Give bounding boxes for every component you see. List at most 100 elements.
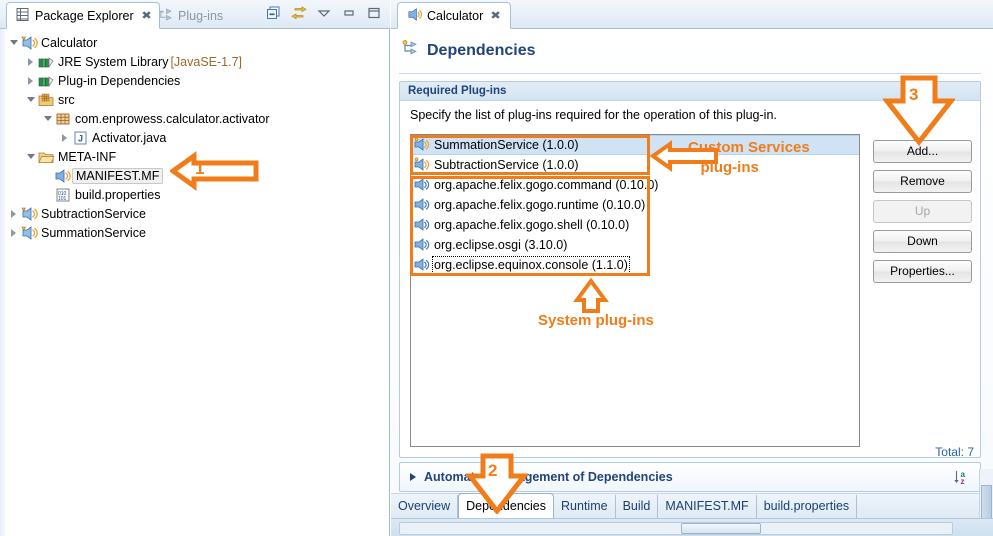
- remove-button[interactable]: Remove: [873, 170, 972, 193]
- tree-item-label: SummationService: [41, 225, 146, 240]
- collapse-twisty-icon[interactable]: [42, 112, 55, 125]
- package-explorer-view: Package Explorer ✖ Plug-ins Calculator J…: [0, 0, 390, 536]
- project-tree[interactable]: Calculator JRE System Library [JavaSE-1.7…: [0, 29, 389, 536]
- tree-item-com-enprowess-calculator-activator[interactable]: com.enprowess.calculator.activator: [0, 109, 389, 128]
- tree-item-label: MANIFEST.MF: [72, 167, 164, 184]
- maximize-icon[interactable]: [366, 5, 382, 21]
- plugin-name: org.apache.felix.gogo.command (0.10.0): [434, 178, 659, 192]
- source-folder-icon: [38, 92, 55, 108]
- required-plugin-icon: [414, 257, 430, 273]
- section-description: Specify the list of plug-ins required fo…: [410, 108, 777, 122]
- custom-services-label: Custom Services plug-ins: [688, 139, 810, 176]
- page-tab-build[interactable]: Build: [616, 495, 659, 518]
- expand-twisty-icon[interactable]: [8, 207, 21, 220]
- view-toolbar: [266, 5, 382, 21]
- manifest-icon: [407, 7, 423, 25]
- plugin-list-item[interactable]: org.apache.felix.gogo.shell (0.10.0): [411, 215, 859, 235]
- required-plugin-custom-icon: [414, 157, 430, 173]
- plugins-icon: [158, 7, 173, 25]
- tree-item-label: JRE System Library: [58, 54, 169, 69]
- tree-item-label: Plug-in Dependencies: [58, 73, 181, 88]
- library-icon: [38, 73, 55, 89]
- editor-tab-calculator[interactable]: Calculator ✖: [397, 2, 511, 29]
- tree-item-subtractionservice[interactable]: SubtractionService: [0, 204, 389, 223]
- automated-management-label: Automated Management of Dependencies: [424, 470, 673, 484]
- package-explorer-icon: [15, 7, 30, 25]
- tree-item-label: Activator.java: [92, 130, 167, 145]
- expand-arrow-icon[interactable]: [410, 473, 416, 481]
- plugin-name: SubtractionService (1.0.0): [434, 158, 579, 172]
- plugin-list-item[interactable]: org.eclipse.osgi (3.10.0): [411, 235, 859, 255]
- required-plugin-icon: [414, 217, 430, 233]
- view-menu-icon[interactable]: [316, 5, 332, 21]
- properties-button[interactable]: Properties...: [873, 260, 972, 283]
- editor-tab-label: Calculator: [427, 8, 484, 23]
- collapse-twisty-icon[interactable]: [25, 150, 38, 163]
- svg-text:101: 101: [58, 196, 67, 202]
- twisty-placeholder: [42, 188, 55, 201]
- view-tab-bar: Package Explorer ✖ Plug-ins: [0, 0, 390, 29]
- editor-tab-bar: Calculator ✖: [391, 0, 993, 29]
- expand-twisty-icon[interactable]: [59, 131, 72, 144]
- collapse-all-icon[interactable]: [266, 5, 282, 21]
- callout-number-3: 3: [909, 85, 919, 104]
- tree-item-calculator[interactable]: Calculator: [0, 33, 389, 52]
- tree-item-activator-java[interactable]: J Activator.java: [0, 128, 389, 147]
- link-with-editor-icon[interactable]: [291, 5, 307, 21]
- page-tab-build-properties[interactable]: build.properties: [757, 495, 858, 518]
- scrollbar-thumb[interactable]: [681, 523, 761, 534]
- tree-item-jre-system-library[interactable]: JRE System Library [JavaSE-1.7]: [0, 52, 389, 71]
- tab-package-explorer[interactable]: Package Explorer ✖: [6, 2, 160, 29]
- tab-label: Plug-ins: [178, 8, 224, 23]
- plugin-name: org.eclipse.osgi (3.10.0): [434, 238, 568, 252]
- required-plugin-custom-icon: [414, 137, 430, 153]
- java-file-icon: J: [72, 130, 89, 146]
- callout-number-1: 1: [195, 159, 205, 178]
- dependencies-icon: [401, 39, 419, 62]
- tree-item-plug-in-dependencies[interactable]: Plug-in Dependencies: [0, 71, 389, 90]
- horizontal-scrollbar[interactable]: [391, 518, 993, 536]
- callout-arrow-3: [883, 75, 955, 146]
- required-plugin-icon: [414, 237, 430, 253]
- close-icon[interactable]: ✖: [491, 9, 502, 22]
- tree-item-label: com.enprowess.calculator.activator: [75, 111, 270, 126]
- tree-item-src[interactable]: src: [0, 90, 389, 109]
- tree-item-label: Calculator: [41, 35, 98, 50]
- page-tab-runtime[interactable]: Runtime: [554, 495, 616, 518]
- down-button[interactable]: Down: [873, 230, 972, 253]
- plugin-list-item[interactable]: org.apache.felix.gogo.runtime (0.10.0): [411, 195, 859, 215]
- vertical-scrollbar[interactable]: [979, 469, 993, 523]
- minimize-icon[interactable]: [341, 5, 357, 21]
- callout-number-2: 2: [488, 461, 498, 480]
- page-tab-overview[interactable]: Overview: [391, 495, 459, 518]
- required-plugin-icon: [414, 197, 430, 213]
- tab-plugins[interactable]: Plug-ins: [150, 2, 231, 29]
- system-plugins-arrow: [573, 278, 609, 313]
- tree-item-label: SubtractionService: [41, 206, 146, 221]
- eclipse-window: Package Explorer ✖ Plug-ins Calculator J…: [0, 0, 993, 536]
- page-tab-manifest-mf[interactable]: MANIFEST.MF: [658, 495, 757, 518]
- expand-twisty-icon[interactable]: [25, 55, 38, 68]
- plugin-name: org.apache.felix.gogo.shell (0.10.0): [434, 218, 630, 232]
- plugin-project-icon: [21, 206, 38, 222]
- total-count-label: Total: 7: [935, 445, 974, 459]
- required-plugins-list[interactable]: SummationService (1.0.0) SubtractionServi…: [410, 134, 860, 447]
- package-icon: [55, 111, 72, 127]
- tree-item-label: META-INF: [58, 149, 117, 164]
- collapse-twisty-icon[interactable]: [25, 93, 38, 106]
- plugin-list-item[interactable]: org.eclipse.equinox.console (1.1.0): [411, 255, 859, 275]
- page-title: Dependencies: [401, 39, 535, 62]
- tab-label: Package Explorer: [35, 8, 134, 23]
- tree-item-summationservice[interactable]: SummationService: [0, 223, 389, 242]
- plugin-name: org.apache.felix.gogo.runtime (0.10.0): [434, 198, 646, 212]
- close-icon[interactable]: ✖: [141, 9, 152, 22]
- plugin-name: SummationService (1.0.0): [434, 138, 579, 152]
- expand-twisty-icon[interactable]: [25, 74, 38, 87]
- collapse-twisty-icon[interactable]: [8, 36, 21, 49]
- manifest-icon: [55, 168, 72, 184]
- scrollbar-track: [399, 522, 953, 535]
- expand-twisty-icon[interactable]: [8, 226, 21, 239]
- plugin-list-item[interactable]: org.apache.felix.gogo.command (0.10.0): [411, 175, 859, 195]
- sort-az-icon[interactable]: a z: [953, 469, 970, 486]
- tree-item-label: src: [58, 92, 75, 107]
